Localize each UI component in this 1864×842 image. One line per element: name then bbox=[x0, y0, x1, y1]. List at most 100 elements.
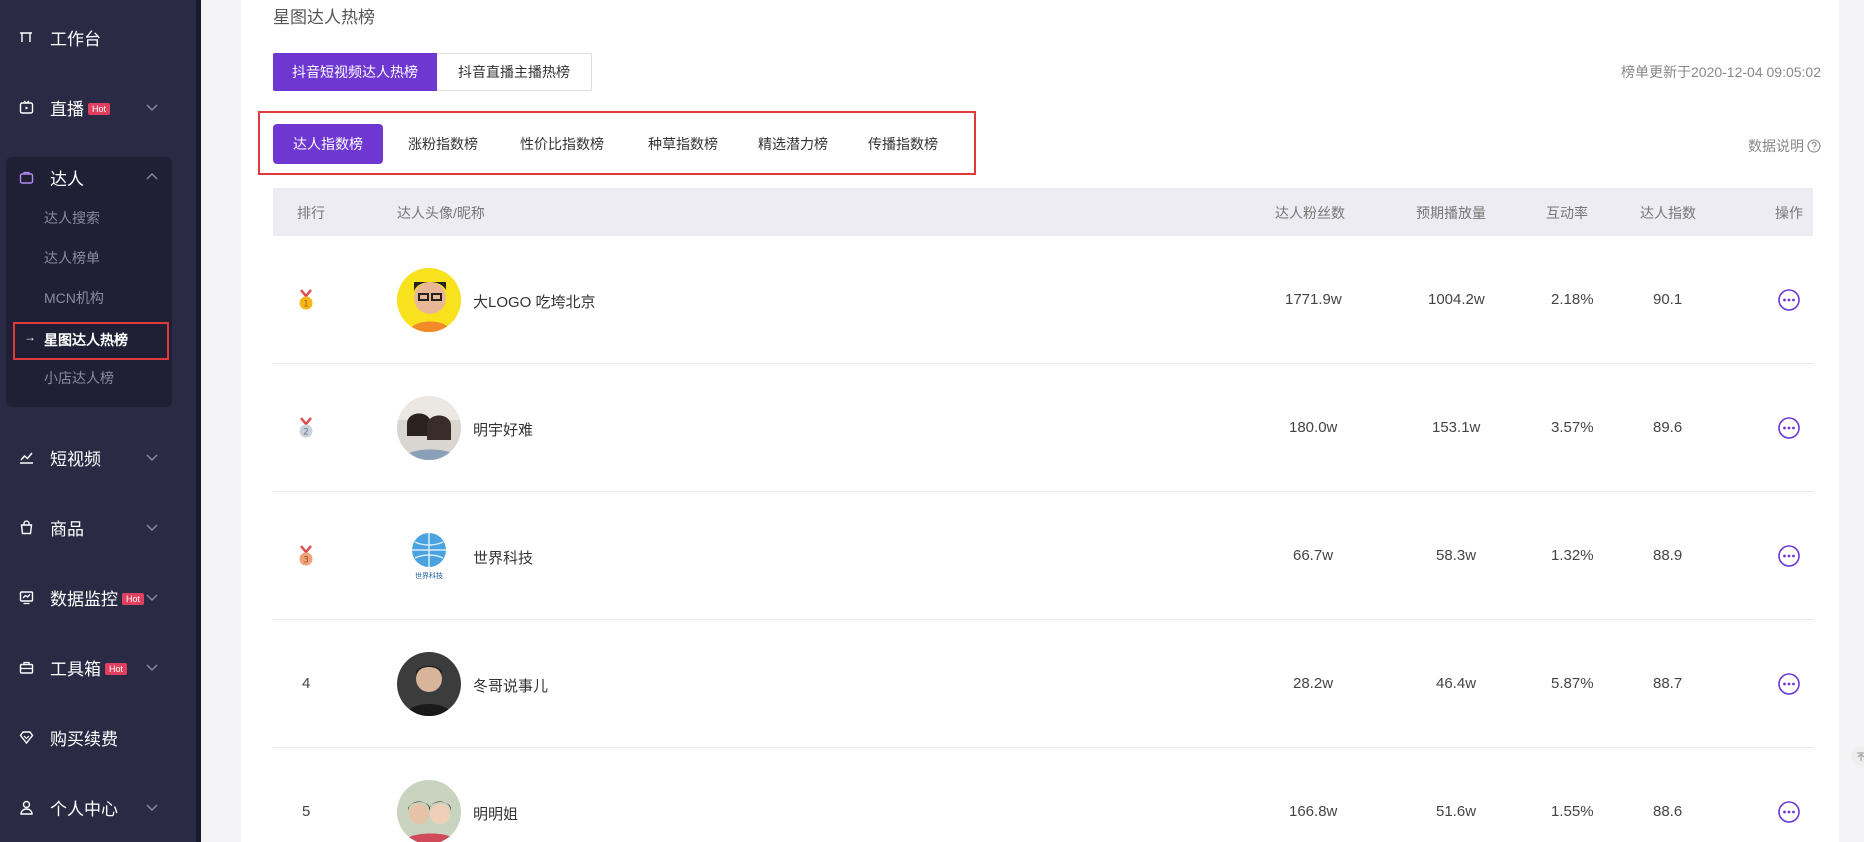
chevron-up-icon bbox=[146, 173, 158, 180]
more-options-icon[interactable] bbox=[1778, 417, 1800, 439]
workbench-icon bbox=[18, 29, 34, 45]
sidebar-item-toolbox[interactable]: 工具箱 Hot bbox=[0, 647, 196, 687]
sidebar-item-label: 购买续费 bbox=[50, 729, 118, 749]
more-options-icon[interactable] bbox=[1778, 289, 1800, 311]
talent-nickname[interactable]: 明宇好难 bbox=[473, 419, 533, 440]
chevron-down-icon bbox=[146, 524, 158, 531]
interaction-rate: 1.32% bbox=[1551, 547, 1594, 564]
subtab-value-index[interactable]: 性价比指数榜 bbox=[503, 124, 621, 164]
data-explain-link[interactable]: 数据说明 bbox=[1748, 136, 1821, 156]
more-options-icon[interactable] bbox=[1778, 801, 1800, 823]
sidebar-item-workbench[interactable]: 工作台 bbox=[0, 17, 196, 57]
talent-icon bbox=[18, 169, 34, 185]
talent-nickname[interactable]: 冬哥说事儿 bbox=[473, 675, 548, 696]
subtab-grass-index[interactable]: 种草指数榜 bbox=[631, 124, 735, 164]
sidebar-item-live[interactable]: 直播 Hot bbox=[0, 87, 196, 127]
svg-text:3: 3 bbox=[303, 556, 309, 566]
sidebar: 工作台 直播 Hot 达人 达人搜索 达人榜单 MCN机构 → 星图达人热榜 小店… bbox=[0, 0, 200, 842]
main-panel: 星图达人热榜 抖音短视频达人热榜 抖音直播主播热榜 榜单更新于2020-12-0… bbox=[241, 0, 1839, 842]
header-index: 达人指数 bbox=[1640, 205, 1696, 221]
sidebar-item-profile[interactable]: 个人中心 bbox=[0, 787, 196, 827]
chevron-down-icon bbox=[146, 664, 158, 671]
sidebar-item-label-wrap: 数据监控 Hot bbox=[50, 585, 145, 610]
fans-count: 180.0w bbox=[1289, 419, 1338, 436]
talent-index: 88.7 bbox=[1653, 675, 1683, 692]
talent-index: 90.1 bbox=[1653, 291, 1683, 308]
fans-count: 1771.9w bbox=[1285, 291, 1342, 308]
sidebar-item-label: 工具箱 bbox=[50, 659, 101, 679]
fans-count: 166.8w bbox=[1289, 803, 1338, 820]
sidebar-item-short-video[interactable]: 短视频 bbox=[0, 437, 196, 477]
subtab-talent-index[interactable]: 达人指数榜 bbox=[273, 124, 383, 164]
arrow-right-icon: → bbox=[24, 330, 36, 344]
talent-nickname[interactable]: 大LOGO 吃垮北京 bbox=[473, 291, 596, 312]
chevron-down-icon bbox=[146, 594, 158, 601]
shopping-bag-icon bbox=[18, 519, 34, 535]
talent-index: 88.6 bbox=[1653, 803, 1683, 820]
avatar[interactable] bbox=[397, 780, 461, 842]
interaction-rate: 1.55% bbox=[1551, 803, 1594, 820]
arrow-up-icon bbox=[1857, 752, 1864, 761]
header-interaction: 互动率 bbox=[1546, 205, 1588, 221]
tab-douyin-live[interactable]: 抖音直播主播热榜 bbox=[437, 53, 592, 91]
header-avatar-name: 达人头像/昵称 bbox=[397, 205, 485, 221]
svg-text:1: 1 bbox=[303, 300, 309, 310]
avatar[interactable] bbox=[397, 396, 461, 460]
submenu-item-talent-ranking[interactable]: 达人榜单 bbox=[44, 248, 100, 268]
subtab-fans-growth[interactable]: 涨粉指数榜 bbox=[391, 124, 495, 164]
play-count: 51.6w bbox=[1436, 803, 1477, 820]
talent-nickname[interactable]: 明明姐 bbox=[473, 803, 518, 824]
update-time: 榜单更新于2020-12-04 09:05:02 bbox=[1621, 64, 1821, 80]
sidebar-item-purchase[interactable]: 购买续费 bbox=[0, 717, 196, 757]
sidebar-item-talent[interactable]: 达人 bbox=[0, 157, 196, 197]
bronze-medal-icon: 3 bbox=[299, 545, 313, 566]
play-count: 153.1w bbox=[1432, 419, 1481, 436]
talent-index: 88.9 bbox=[1653, 547, 1683, 564]
talent-index: 89.6 bbox=[1653, 419, 1683, 436]
play-count: 46.4w bbox=[1436, 675, 1477, 692]
play-count: 1004.2w bbox=[1428, 291, 1485, 308]
avatar[interactable] bbox=[397, 652, 461, 716]
chevron-down-icon bbox=[146, 804, 158, 811]
back-to-top-button[interactable] bbox=[1851, 746, 1864, 766]
table-row: 3 世界科技 世界科技 66.7w 58.3w 1.32% 88.9 bbox=[273, 492, 1813, 620]
hot-badge: Hot bbox=[105, 663, 128, 676]
hot-badge: Hot bbox=[122, 593, 145, 606]
chevron-down-icon bbox=[146, 454, 158, 461]
header-plays: 预期播放量 bbox=[1416, 205, 1486, 221]
sidebar-scrollbar[interactable] bbox=[196, 0, 201, 842]
sidebar-item-label-wrap: 工具箱 Hot bbox=[50, 655, 128, 680]
submenu-item-xingtu-hot[interactable]: 星图达人热榜 bbox=[44, 330, 128, 350]
avatar[interactable] bbox=[397, 268, 461, 332]
chevron-down-icon bbox=[146, 104, 158, 111]
table-row: 2 明宇好难 180.0w 153.1w 3.57% 89.6 bbox=[273, 364, 1813, 492]
more-options-icon[interactable] bbox=[1778, 673, 1800, 695]
hot-badge: Hot bbox=[88, 103, 111, 116]
live-icon bbox=[18, 99, 34, 115]
data-explain-label: 数据说明 bbox=[1748, 138, 1804, 154]
subtab-potential[interactable]: 精选潜力榜 bbox=[741, 124, 845, 164]
interaction-rate: 3.57% bbox=[1551, 419, 1594, 436]
sidebar-item-label: 短视频 bbox=[50, 449, 101, 469]
page-title: 星图达人热榜 bbox=[273, 8, 375, 27]
diamond-icon bbox=[18, 729, 34, 745]
more-options-icon[interactable] bbox=[1778, 545, 1800, 567]
sidebar-item-label: 工作台 bbox=[50, 29, 101, 49]
submenu-item-talent-search[interactable]: 达人搜索 bbox=[44, 208, 100, 228]
interaction-rate: 2.18% bbox=[1551, 291, 1594, 308]
sidebar-item-products[interactable]: 商品 bbox=[0, 507, 196, 547]
avatar[interactable]: 世界科技 bbox=[397, 524, 461, 588]
sidebar-item-label: 直播 bbox=[50, 99, 84, 119]
rank-number: 4 bbox=[302, 675, 311, 692]
submenu-item-mcn[interactable]: MCN机构 bbox=[44, 288, 104, 308]
sidebar-item-label: 个人中心 bbox=[50, 799, 118, 819]
subtab-spread-index[interactable]: 传播指数榜 bbox=[851, 124, 955, 164]
user-icon bbox=[18, 799, 34, 815]
sidebar-item-monitor[interactable]: 数据监控 Hot bbox=[0, 577, 196, 617]
table-row: 5 明明姐 166.8w 51.6w 1.55% 88.6 bbox=[273, 748, 1813, 842]
sidebar-item-label: 达人 bbox=[50, 169, 84, 189]
talent-nickname[interactable]: 世界科技 bbox=[473, 547, 533, 568]
submenu-item-shop-talent[interactable]: 小店达人榜 bbox=[44, 368, 114, 388]
silver-medal-icon: 2 bbox=[299, 417, 313, 438]
tab-douyin-short-video[interactable]: 抖音短视频达人热榜 bbox=[273, 53, 437, 91]
